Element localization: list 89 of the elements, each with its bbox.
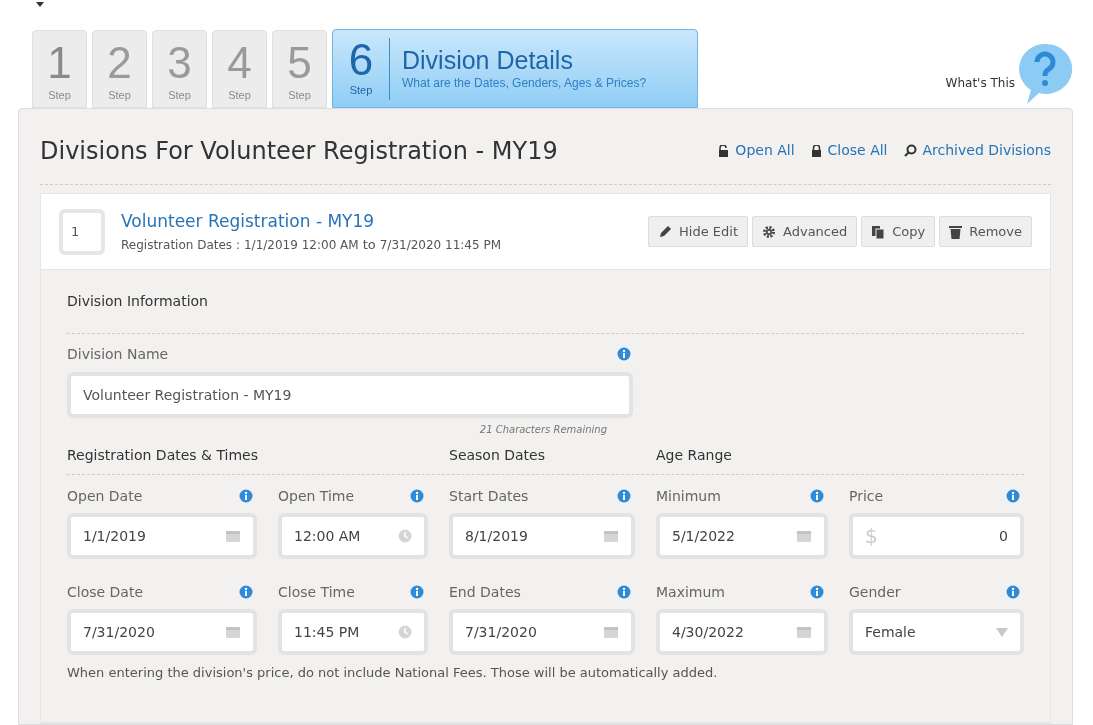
- section-title: Division Information: [67, 292, 208, 311]
- step-number: 6: [348, 38, 374, 83]
- field-value: 12:00 AM: [294, 526, 362, 546]
- question-bubble-icon[interactable]: [1017, 42, 1073, 106]
- input-field[interactable]: 4/30/2022: [656, 609, 828, 655]
- pencil-icon: [658, 224, 673, 239]
- search-icon: [903, 144, 917, 157]
- step-label: Step: [288, 88, 311, 103]
- field-value: 1/1/2019: [83, 526, 147, 546]
- division-name-link[interactable]: Volunteer Registration - MY19: [121, 209, 502, 235]
- dates-to-word: to: [362, 235, 376, 254]
- step-label: Step: [349, 83, 373, 99]
- field-value: 7/31/2020: [83, 622, 156, 642]
- input-field[interactable]: 7/31/2020: [67, 609, 257, 655]
- input-field[interactable]: Volunteer Registration - MY19: [67, 372, 633, 418]
- info-icon[interactable]: [410, 585, 424, 599]
- field-label: Close Date: [67, 582, 144, 602]
- group-title: Registration Dates & Times: [67, 446, 259, 465]
- field-value: 4/30/2022: [672, 622, 745, 642]
- header-link[interactable]: Open All: [718, 140, 795, 161]
- header-link[interactable]: Close All: [810, 140, 888, 161]
- info-icon[interactable]: [1006, 489, 1020, 503]
- field-value: Female: [865, 622, 917, 642]
- field-value: 11:45 PM: [294, 622, 361, 642]
- gender-select[interactable]: Female: [849, 609, 1024, 655]
- info-icon[interactable]: [617, 347, 631, 361]
- step-number: 3: [167, 39, 192, 87]
- field-label: Open Time: [278, 486, 355, 506]
- info-icon[interactable]: [810, 585, 824, 599]
- step-tab[interactable]: 6 Step Division Details What are the Dates, Genders, Ages & Prices?: [332, 29, 698, 108]
- lock-icon: [810, 144, 822, 157]
- step-number: 5: [287, 39, 312, 87]
- field-label: Gender: [849, 582, 901, 602]
- field-label: Close Time: [278, 582, 355, 602]
- gear-icon: [762, 224, 777, 239]
- input-field[interactable]: 12:00 AM: [278, 513, 428, 559]
- input-field[interactable]: $ 0: [849, 513, 1024, 559]
- order-field[interactable]: 1: [59, 208, 105, 255]
- currency-symbol: $: [865, 523, 878, 550]
- dates-to: 7/31/2020 11:45 PM: [379, 236, 502, 254]
- unlock-icon: [718, 144, 730, 157]
- step-subtitle: What are the Dates, Genders, Ages & Prices?: [402, 74, 647, 92]
- field-value: 5/1/2022: [672, 526, 736, 546]
- field-label: Start Dates: [449, 486, 529, 506]
- info-icon[interactable]: [617, 585, 631, 599]
- price-note: When entering the division's price, do not include National Fees. Those will be automatically added.: [67, 664, 719, 682]
- field-label: Open Date: [67, 486, 143, 506]
- trash-icon: [949, 224, 963, 239]
- page-title: Divisions For Volunteer Registration - MY19: [40, 135, 558, 167]
- info-icon[interactable]: [810, 489, 824, 503]
- field-value: 0: [998, 526, 1008, 546]
- action-button[interactable]: Copy: [861, 216, 936, 247]
- info-icon[interactable]: [1006, 585, 1020, 599]
- info-icon[interactable]: [239, 585, 253, 599]
- action-button[interactable]: Advanced: [752, 216, 858, 247]
- field-label: Division Name: [67, 344, 169, 364]
- group-title: Season Dates: [449, 446, 547, 465]
- field-value: 8/1/2019: [465, 526, 529, 546]
- field-label: Price: [849, 486, 884, 506]
- characters-remaining: 21 Characters Remaining: [479, 423, 607, 437]
- input-field[interactable]: 7/31/2020: [449, 609, 635, 655]
- input-field[interactable]: 8/1/2019: [449, 513, 635, 559]
- caret-icon[interactable]: [36, 2, 44, 7]
- step-number: 4: [227, 39, 252, 87]
- info-icon[interactable]: [410, 489, 424, 503]
- group-title: Age Range: [656, 446, 733, 465]
- action-button[interactable]: Hide Edit: [648, 216, 749, 247]
- header-link[interactable]: Archived Divisions: [903, 140, 1051, 161]
- help-link[interactable]: What's This: [945, 74, 1015, 92]
- copy-icon: [871, 224, 886, 239]
- step-number: 1: [47, 39, 72, 87]
- step-number: 2: [107, 39, 132, 87]
- dates-label: Registration Dates :: [121, 236, 240, 254]
- step-label: Step: [228, 88, 251, 103]
- step-label: Step: [108, 88, 131, 103]
- field-value: 7/31/2020: [465, 622, 538, 642]
- dates-from: 1/1/2019 12:00 AM: [243, 236, 359, 254]
- info-icon[interactable]: [617, 489, 631, 503]
- field-label: Minimum: [656, 486, 721, 506]
- step-label: Step: [168, 88, 191, 103]
- info-icon[interactable]: [239, 489, 253, 503]
- input-field[interactable]: 5/1/2022: [656, 513, 828, 559]
- step-title: Division Details: [402, 45, 574, 74]
- field-label: Maximum: [656, 582, 725, 602]
- input-field[interactable]: 11:45 PM: [278, 609, 428, 655]
- step-label: Step: [48, 88, 71, 103]
- input-field[interactable]: 1/1/2019: [67, 513, 257, 559]
- action-button[interactable]: Remove: [939, 216, 1032, 247]
- field-label: End Dates: [449, 582, 521, 602]
